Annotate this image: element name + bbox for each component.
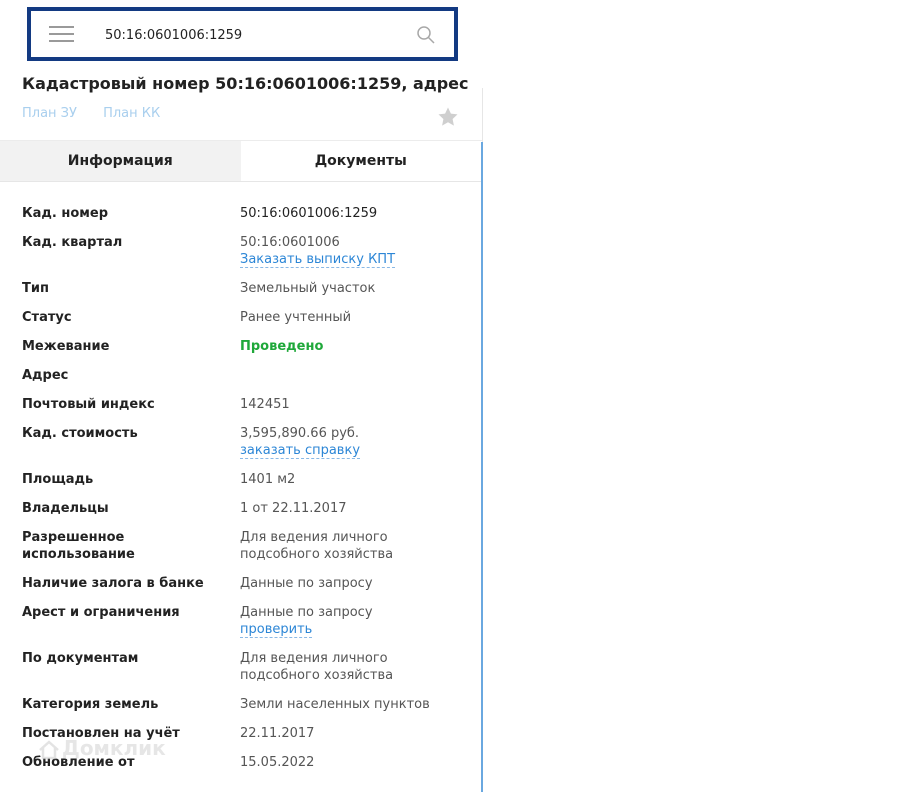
- cad-cost-value: 3,595,890.66 руб.: [240, 426, 360, 441]
- info-label: Наличие залога в банке: [22, 576, 204, 591]
- info-value: 1401 м2: [240, 471, 462, 488]
- info-value: Данные по запросу: [240, 575, 462, 592]
- info-row-updated: Обновление от 15.05.2022: [22, 754, 462, 771]
- info-value: Ранее учтенный: [240, 309, 462, 326]
- page-title: Кадастровый номер 50:16:0601006:1259, ад…: [22, 74, 469, 93]
- info-value: Для ведения личного подсобного хозяйства: [240, 529, 400, 563]
- info-value: 3,595,890.66 руб. заказать справку: [240, 425, 462, 459]
- info-row-postal: Почтовый индекс 142451: [22, 396, 462, 413]
- info-row-arrest: Арест и ограничения Данные по запросу пр…: [22, 604, 462, 638]
- info-value: 142451: [240, 396, 462, 413]
- info-row-registered: Постановлен на учёт 22.11.2017: [22, 725, 462, 742]
- info-list: Кад. номер 50:16:0601006:1259 Кад. кварт…: [22, 205, 462, 783]
- info-value: Земельный участок: [240, 280, 462, 297]
- search-icon[interactable]: [416, 25, 436, 45]
- plan-kk-link[interactable]: План КК: [103, 106, 160, 121]
- status-value: Ранее учтенный: [240, 310, 352, 325]
- updated-value: 15.05.2022: [240, 755, 315, 770]
- owners-value: 1 от 22.11.2017: [240, 501, 347, 516]
- search-input[interactable]: [105, 23, 405, 47]
- info-row-by-documents: По документам Для ведения личного подсоб…: [22, 650, 462, 684]
- info-row-cad-cost: Кад. стоимость 3,595,890.66 руб. заказат…: [22, 425, 462, 459]
- info-value: Для ведения личного подсобного хозяйства: [240, 650, 400, 684]
- info-label: Тип: [22, 281, 49, 296]
- land-category-value: Земли населенных пунктов: [240, 697, 430, 712]
- info-value: 15.05.2022: [240, 754, 462, 771]
- postal-value: 142451: [240, 397, 290, 412]
- tab-documents[interactable]: Документы: [240, 141, 481, 181]
- info-row-address: Адрес: [22, 367, 462, 384]
- area-value: 1401 м2: [240, 472, 296, 487]
- info-row-cad-number: Кад. номер 50:16:0601006:1259: [22, 205, 462, 222]
- info-label: Владельцы: [22, 501, 109, 516]
- info-row-pledge: Наличие залога в банке Данные по запросу: [22, 575, 462, 592]
- info-label: Площадь: [22, 472, 94, 487]
- plan-zu-link[interactable]: План ЗУ: [22, 106, 77, 121]
- info-row-status: Статус Ранее учтенный: [22, 309, 462, 326]
- info-label: Адрес: [22, 368, 69, 383]
- info-row-land-category: Категория земель Земли населенных пункто…: [22, 696, 462, 713]
- info-value: 22.11.2017: [240, 725, 462, 742]
- type-value: Земельный участок: [240, 281, 376, 296]
- info-row-permitted-use: Разрешенное использование Для ведения ли…: [22, 529, 462, 563]
- info-row-cad-quarter: Кад. квартал 50:16:0601006 Заказать выпи…: [22, 234, 462, 268]
- info-value: 1 от 22.11.2017: [240, 500, 462, 517]
- info-row-owners: Владельцы 1 от 22.11.2017: [22, 500, 462, 517]
- panel-border: [481, 142, 483, 792]
- order-kpt-link[interactable]: Заказать выписку КПТ: [240, 252, 396, 268]
- info-label: Категория земель: [22, 697, 159, 712]
- info-row-type: Тип Земельный участок: [22, 280, 462, 297]
- survey-status-value: Проведено: [240, 339, 324, 354]
- info-label: По документам: [22, 651, 139, 666]
- info-label: Постановлен на учёт: [22, 726, 180, 741]
- pledge-value: Данные по запросу: [240, 576, 373, 591]
- info-row-survey: Межевание Проведено: [22, 338, 462, 355]
- info-value: 50:16:0601006:1259: [240, 205, 462, 222]
- tab-information[interactable]: Информация: [0, 141, 241, 181]
- search-bar: [27, 7, 458, 61]
- info-label: Кад. номер: [22, 206, 109, 221]
- info-value: Проведено: [240, 338, 462, 355]
- hamburger-menu-icon[interactable]: [49, 26, 74, 44]
- star-icon[interactable]: [436, 105, 460, 129]
- tab-bar: Информация Документы: [0, 141, 481, 182]
- info-value: Данные по запросу проверить: [240, 604, 462, 638]
- registered-value: 22.11.2017: [240, 726, 315, 741]
- cad-quarter-value: 50:16:0601006: [240, 235, 340, 250]
- cad-number-value: 50:16:0601006:1259: [240, 206, 378, 221]
- order-certificate-link[interactable]: заказать справку: [240, 443, 361, 459]
- info-label: Межевание: [22, 339, 110, 354]
- info-label: Кад. квартал: [22, 235, 123, 250]
- info-label: Кад. стоимость: [22, 426, 138, 441]
- panel-border-top: [482, 88, 483, 142]
- permitted-use-value: Для ведения личного подсобного хозяйства: [240, 530, 394, 562]
- info-label: Почтовый индекс: [22, 397, 155, 412]
- arrest-value: Данные по запросу: [240, 605, 373, 620]
- by-documents-value: Для ведения личного подсобного хозяйства: [240, 651, 394, 683]
- info-label: Обновление от: [22, 755, 135, 770]
- plan-links: План ЗУ План КК: [22, 106, 182, 121]
- info-value: 50:16:0601006 Заказать выписку КПТ: [240, 234, 462, 268]
- check-link[interactable]: проверить: [240, 622, 313, 638]
- info-row-area: Площадь 1401 м2: [22, 471, 462, 488]
- info-value: Земли населенных пунктов: [240, 696, 462, 713]
- info-label: Разрешенное использование: [22, 530, 135, 562]
- info-label: Статус: [22, 310, 72, 325]
- info-label: Арест и ограничения: [22, 605, 180, 620]
- property-info-panel: Кадастровый номер 50:16:0601006:1259, ад…: [0, 0, 483, 792]
